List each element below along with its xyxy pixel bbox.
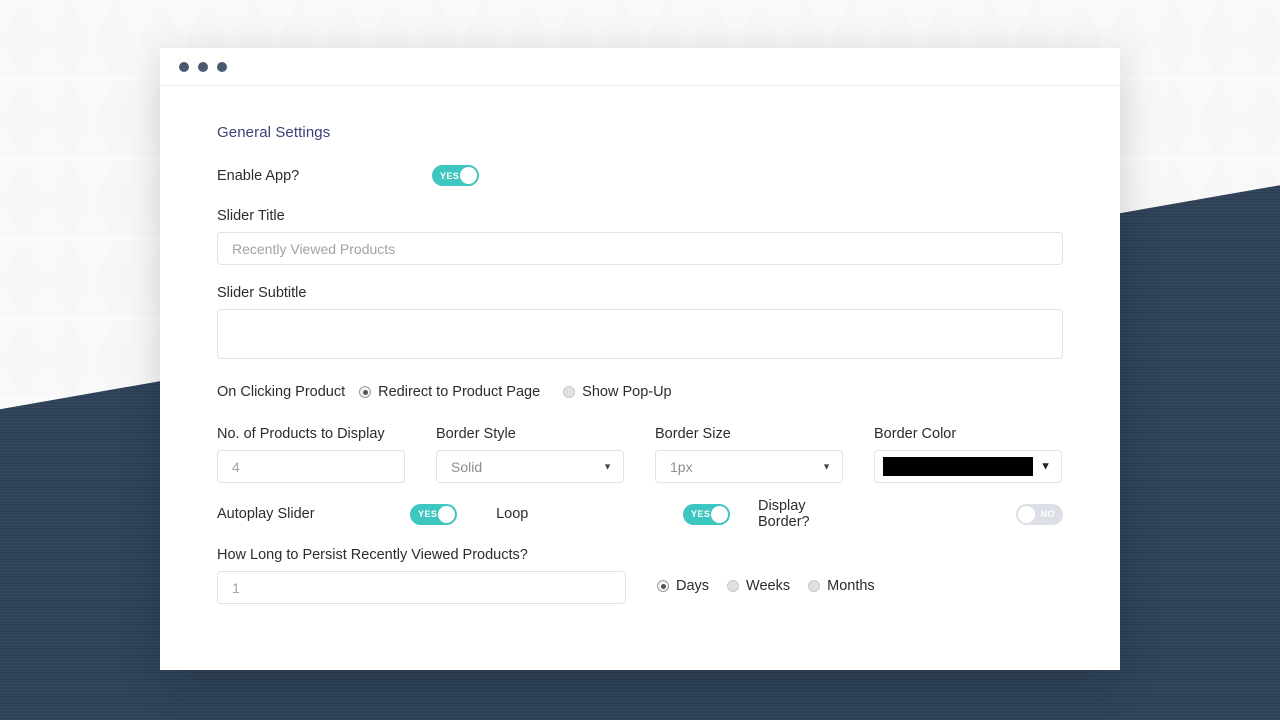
radio-unit-days[interactable]: Days [657, 578, 709, 594]
window-title-bar [160, 48, 1120, 86]
border-color-label: Border Color [874, 426, 1062, 442]
border-style-value: Solid [451, 459, 482, 475]
autoplay-slider-toggle-knob [438, 506, 455, 523]
radio-days-icon [657, 580, 669, 592]
radio-weeks-icon [727, 580, 739, 592]
field-num-products: No. of Products to Display [217, 426, 405, 483]
num-products-label: No. of Products to Display [217, 426, 405, 442]
border-size-label: Border Size [655, 426, 843, 442]
enable-app-label: Enable App? [217, 168, 432, 184]
radio-months-label: Months [827, 578, 875, 594]
border-settings-grid: No. of Products to Display Border Style … [217, 426, 1063, 483]
border-color-select[interactable]: ▼ [874, 450, 1062, 483]
row-on-clicking-product: On Clicking Product Redirect to Product … [217, 384, 1063, 400]
loop-label: Loop [496, 506, 683, 522]
radio-show-popup[interactable]: Show Pop-Up [563, 384, 671, 400]
grid-gap-2 [624, 426, 655, 483]
radio-unit-weeks[interactable]: Weeks [727, 578, 790, 594]
border-size-select[interactable]: 1px ▼ [655, 450, 843, 483]
border-size-value: 1px [670, 459, 693, 475]
row-playback-toggles: Autoplay Slider YES Loop YES Display Bor… [217, 501, 1063, 527]
persist-duration-label: How Long to Persist Recently Viewed Prod… [217, 547, 626, 563]
field-border-style: Border Style Solid ▼ [436, 426, 624, 483]
chevron-down-icon: ▼ [603, 462, 612, 471]
grid-gap-1 [405, 426, 436, 483]
num-products-input[interactable] [217, 450, 405, 483]
enable-app-toggle-knob [460, 167, 477, 184]
radio-redirect-icon [359, 386, 371, 398]
grid-gap-3 [843, 426, 874, 483]
loop-toggle-knob [711, 506, 728, 523]
browser-window-card: General Settings Enable App? YES Slider … [160, 48, 1120, 670]
display-border-toggle[interactable]: NO [1016, 504, 1063, 525]
radio-days-label: Days [676, 578, 709, 594]
slider-title-input[interactable] [217, 232, 1063, 265]
settings-form: General Settings Enable App? YES Slider … [160, 86, 1120, 604]
persist-unit-radio-group: Days Weeks Months [657, 547, 875, 594]
autoplay-slider-toggle-text: YES [418, 509, 437, 519]
enable-app-toggle[interactable]: YES [432, 165, 479, 186]
field-slider-title: Slider Title [217, 208, 1063, 265]
slider-subtitle-label: Slider Subtitle [217, 285, 1063, 301]
radio-show-popup-label: Show Pop-Up [582, 384, 671, 400]
border-color-swatch [883, 457, 1033, 476]
autoplay-slider-toggle[interactable]: YES [410, 504, 457, 525]
field-border-color: Border Color ▼ [874, 426, 1062, 483]
border-style-select[interactable]: Solid ▼ [436, 450, 624, 483]
radio-unit-months[interactable]: Months [808, 578, 875, 594]
radio-months-icon [808, 580, 820, 592]
display-border-label: Display Border? [758, 498, 849, 530]
close-dot-icon[interactable] [179, 62, 189, 72]
border-style-label: Border Style [436, 426, 624, 442]
persist-duration-input[interactable] [217, 571, 626, 604]
chevron-down-icon: ▼ [1040, 461, 1051, 472]
maximize-dot-icon[interactable] [217, 62, 227, 72]
loop-toggle-text: YES [691, 509, 710, 519]
minimize-dot-icon[interactable] [198, 62, 208, 72]
display-border-toggle-knob [1018, 506, 1035, 523]
field-slider-subtitle: Slider Subtitle [217, 285, 1063, 364]
radio-redirect-to-product-page[interactable]: Redirect to Product Page [359, 384, 540, 400]
slider-subtitle-input[interactable] [217, 309, 1063, 359]
on-clicking-product-label: On Clicking Product [217, 384, 345, 400]
display-border-toggle-text: NO [1041, 509, 1055, 519]
field-border-size: Border Size 1px ▼ [655, 426, 843, 483]
radio-show-popup-icon [563, 386, 575, 398]
row-enable-app: Enable App? YES [217, 165, 1063, 186]
autoplay-slider-label: Autoplay Slider [217, 506, 410, 522]
screen-root: General Settings Enable App? YES Slider … [0, 0, 1280, 720]
slider-title-label: Slider Title [217, 208, 1063, 224]
loop-toggle[interactable]: YES [683, 504, 730, 525]
page-title: General Settings [217, 124, 1063, 141]
chevron-down-icon: ▼ [822, 462, 831, 471]
enable-app-toggle-text: YES [440, 171, 459, 181]
radio-redirect-label: Redirect to Product Page [378, 384, 540, 400]
radio-weeks-label: Weeks [746, 578, 790, 594]
row-persist-duration: How Long to Persist Recently Viewed Prod… [217, 547, 1063, 604]
field-persist-duration: How Long to Persist Recently Viewed Prod… [217, 547, 626, 604]
